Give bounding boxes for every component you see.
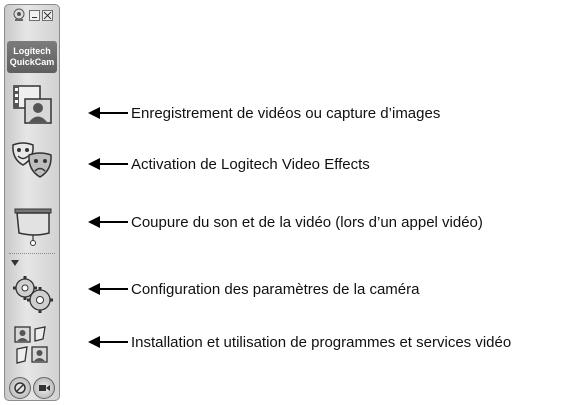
gears-settings-icon — [13, 276, 53, 313]
help-icon — [14, 382, 26, 394]
camera-settings-button[interactable] — [9, 270, 55, 316]
toolbar-separator — [9, 253, 55, 254]
callout-arrow-icon — [88, 154, 128, 174]
callout-arrow-icon — [88, 332, 128, 352]
callout-label: Activation de Logitech Video Effects — [131, 155, 370, 173]
callout-arrow-icon — [88, 103, 128, 123]
privacy-shade-icon — [14, 208, 52, 246]
expand-triangle-icon[interactable] — [11, 260, 19, 266]
privacy-mute-button[interactable] — [9, 203, 55, 249]
logitech-quickcam-logo: Logitech QuickCam — [7, 41, 57, 73]
callout-privacy: Coupure du son et de la vidéo (lors d’un… — [88, 212, 483, 232]
video-programs-icon — [14, 326, 48, 364]
close-button[interactable] — [42, 10, 53, 21]
callout-settings: Configuration des paramètres de la camér… — [88, 279, 420, 299]
quickcam-toolbar: Logitech QuickCam — [4, 4, 60, 401]
video-programs-button[interactable] — [9, 323, 55, 369]
callout-arrow-icon — [88, 212, 128, 232]
video-effects-button[interactable] — [9, 137, 55, 183]
minimize-icon — [32, 17, 37, 18]
brand-line2: QuickCam — [9, 57, 55, 67]
callout-capture: Enregistrement de vidéos ou capture d’im… — [88, 103, 440, 123]
webcam-icon[interactable] — [12, 8, 26, 22]
video-call-icon — [39, 385, 50, 391]
callout-video-effects: Activation de Logitech Video Effects — [88, 154, 370, 174]
callout-label: Enregistrement de vidéos ou capture d’im… — [131, 104, 441, 122]
help-button[interactable] — [9, 377, 31, 399]
capture-video-photo-button[interactable] — [9, 81, 55, 127]
callout-label: Configuration des paramètres de la camér… — [131, 280, 420, 298]
callout-label: Coupure du son et de la vidéo (lors d’un… — [131, 213, 483, 231]
brand-line1: Logitech — [13, 46, 51, 56]
minimize-button[interactable] — [29, 10, 40, 21]
toolbar-titlebar — [5, 5, 59, 33]
callout-label: Installation et utilisation de programme… — [131, 333, 512, 351]
callout-arrow-icon — [88, 279, 128, 299]
close-icon — [43, 11, 52, 20]
callout-programs: Installation et utilisation de programme… — [88, 332, 511, 352]
video-call-button[interactable] — [33, 377, 55, 399]
film-photo-capture-icon — [13, 85, 52, 124]
theater-masks-icon — [12, 142, 52, 178]
